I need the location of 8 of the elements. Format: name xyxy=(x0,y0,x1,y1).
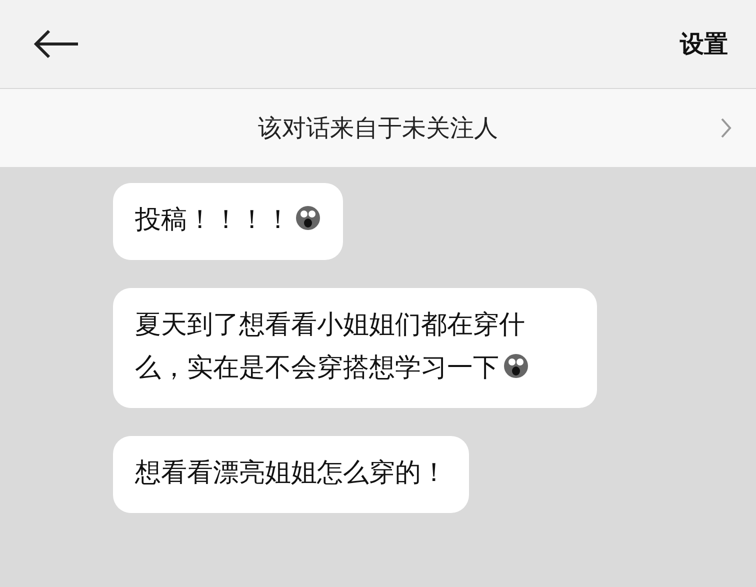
chevron-right-icon xyxy=(720,117,732,139)
message-text: 想看看漂亮姐姐怎么穿的！ xyxy=(135,458,447,488)
back-arrow-icon[interactable] xyxy=(32,29,80,59)
message-text: 投稿！！！！ xyxy=(135,205,291,235)
settings-link[interactable]: 设置 xyxy=(680,28,728,60)
message-text: 夏天到了想看看小姐姐们都在穿什么，实在是不会穿搭想学习一下 xyxy=(135,310,525,383)
notice-banner[interactable]: 该对话来自于未关注人 xyxy=(0,89,756,167)
notice-text: 该对话来自于未关注人 xyxy=(258,113,498,144)
